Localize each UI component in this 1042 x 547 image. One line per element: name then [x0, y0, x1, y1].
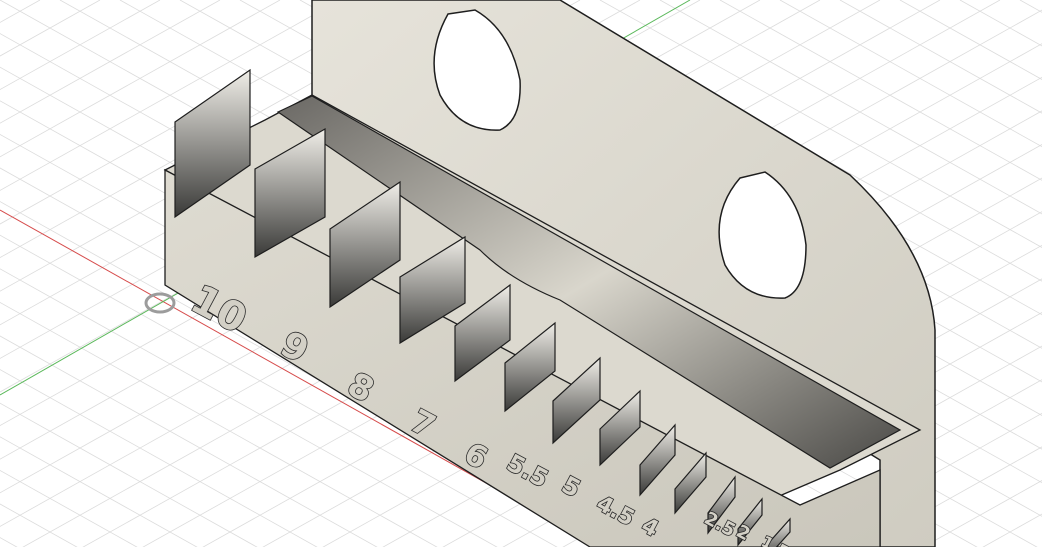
grid-line	[0, 0, 161, 91]
viewport-canvas[interactable]: 109876 5.5 54.54 2.52 1.5	[0, 0, 1042, 547]
grid-line	[0, 0, 41, 23]
grid-line	[982, 513, 1042, 547]
grid-line	[1019, 0, 1042, 13]
hex-key-holder-3d-model[interactable]: 109876 5.5 54.54 2.52 1.5	[163, 0, 936, 547]
grid-line	[0, 537, 18, 547]
3d-viewport[interactable]: 10 9 8 7 6 5.5 5 4.5 4 2.5 2 1.5	[0, 0, 1042, 547]
grid-line	[1020, 0, 1042, 547]
grid-line	[0, 469, 138, 547]
grid-line	[959, 0, 1042, 47]
